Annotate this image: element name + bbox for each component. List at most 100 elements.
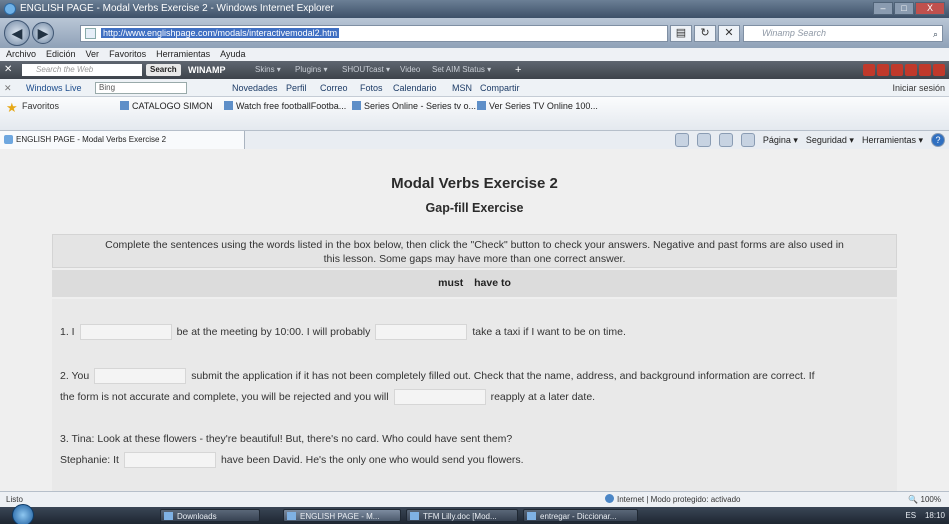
sign-in-button[interactable]: Iniciar sesión <box>892 79 945 97</box>
next-icon[interactable] <box>919 64 931 76</box>
winamp-shoutcast[interactable]: SHOUTcast ▾ <box>342 61 390 79</box>
globe-icon <box>605 494 614 503</box>
windows-live-toolbar: ✕ Windows Live Bing Novedades Perfil Cor… <box>0 79 949 97</box>
search-placeholder: Winamp Search <box>762 28 826 38</box>
gap-input-4[interactable] <box>393 389 486 406</box>
security-zone[interactable]: Internet | Modo protegido: activado <box>605 492 741 507</box>
cmd-seguridad[interactable]: Seguridad ▾ <box>806 135 854 146</box>
winamp-search-button[interactable]: Search <box>146 64 181 76</box>
help-icon[interactable]: ? <box>931 133 945 147</box>
link-icon <box>477 101 486 110</box>
feeds-icon[interactable] <box>696 133 711 147</box>
clock[interactable]: 18:10 <box>925 511 945 520</box>
toolbar-close-icon[interactable]: ✕ <box>4 61 12 79</box>
start-button[interactable] <box>12 504 34 524</box>
refresh-icon[interactable]: ↻ <box>694 25 716 42</box>
wl-novedades[interactable]: Novedades <box>232 79 278 97</box>
menu-favoritos[interactable]: Favoritos <box>109 48 146 61</box>
gap-input-2[interactable] <box>375 324 468 341</box>
cmd-herramientas[interactable]: Herramientas ▾ <box>862 135 923 146</box>
menu-herramientas[interactable]: Herramientas <box>156 48 210 61</box>
instructions-box: Complete the sentences using the words l… <box>52 234 897 268</box>
page-title: Modal Verbs Exercise 2 <box>391 175 558 192</box>
question-3-line-2: Stephanie: It have been David. He's the o… <box>60 451 524 469</box>
fav-link-series-online[interactable]: Series Online - Series tv o... <box>352 101 476 111</box>
winamp-logo[interactable]: WINAMP <box>188 61 226 79</box>
taskbar-word-doc[interactable]: TFM Lilly.doc [Mod... <box>406 509 518 522</box>
windows-live-logo[interactable]: Windows Live <box>26 79 82 97</box>
prev-icon[interactable] <box>863 64 875 76</box>
q1-middle: be at the meeting by 10:00. I will proba… <box>176 326 371 338</box>
home-icon[interactable] <box>674 133 689 147</box>
menu-ayuda[interactable]: Ayuda <box>220 48 245 61</box>
pause-icon[interactable] <box>891 64 903 76</box>
window-title: ENGLISH PAGE - Modal Verbs Exercise 2 - … <box>20 3 334 14</box>
mail-icon[interactable] <box>718 133 733 147</box>
menu-archivo[interactable]: Archivo <box>6 48 36 61</box>
compatibility-view-icon[interactable]: ▤ <box>670 25 692 42</box>
gap-input-1[interactable] <box>79 324 172 341</box>
stop-icon[interactable] <box>905 64 917 76</box>
language-indicator[interactable]: ES <box>905 511 916 520</box>
taskbar-diccionario[interactable]: entregar - Diccionar... <box>523 509 638 522</box>
winamp-video[interactable]: Video <box>400 61 420 79</box>
address-bar-row: ◀ ▶ http://www.englishpage.com/modals/in… <box>0 18 949 48</box>
winamp-aim-status[interactable]: Set AIM Status ▾ <box>432 61 491 79</box>
question-3: 3. Tina: Look at these flowers - they're… <box>60 430 512 448</box>
cmd-pagina[interactable]: Página ▾ <box>763 135 798 146</box>
question-2-line-2: the form is not accurate and complete, y… <box>60 388 595 406</box>
fav-link-football[interactable]: Watch free footballFootba... <box>224 101 346 111</box>
close-button[interactable]: X <box>915 2 945 15</box>
wl-correo[interactable]: Correo <box>320 79 348 97</box>
winamp-search-input[interactable]: Search the Web <box>22 64 142 76</box>
winamp-player-controls <box>863 64 945 76</box>
tab-row: ENGLISH PAGE - Modal Verbs Exercise 2 Pá… <box>0 131 949 149</box>
menu-edicion[interactable]: Edición <box>46 48 76 61</box>
wl-perfil[interactable]: Perfil <box>286 79 307 97</box>
maximize-button[interactable]: □ <box>894 2 914 15</box>
favorites-button[interactable]: Favoritos <box>22 101 59 111</box>
q2-line2-suffix: reapply at a later date. <box>490 391 596 403</box>
word-have-to: have to <box>474 277 511 289</box>
word-icon <box>410 512 419 520</box>
q3-line1: 3. Tina: Look at these flowers - they're… <box>60 433 513 445</box>
winamp-add[interactable]: + <box>515 61 521 79</box>
word-must: must <box>438 277 464 289</box>
url-field[interactable]: http://www.englishpage.com/modals/intera… <box>80 25 668 42</box>
instructions-line-2: this lesson. Some gaps may have more tha… <box>323 253 626 265</box>
wl-msn[interactable]: MSN <box>452 79 472 97</box>
winamp-skins[interactable]: Skins ▾ <box>255 61 281 79</box>
link-icon <box>120 101 129 110</box>
q3-suffix: have been David. He's the only one who w… <box>220 454 524 466</box>
back-button[interactable]: ◀ <box>4 20 30 46</box>
gap-input-3[interactable] <box>94 368 187 385</box>
fav-link-ver-series[interactable]: Ver Series TV Online 100... <box>477 101 598 111</box>
forward-button[interactable]: ▶ <box>32 22 54 44</box>
tab-english-page[interactable]: ENGLISH PAGE - Modal Verbs Exercise 2 <box>0 131 245 149</box>
print-icon[interactable] <box>740 133 755 147</box>
zoom-level[interactable]: 🔍 100% <box>908 492 941 507</box>
favorites-star-icon[interactable]: ★ <box>6 100 18 116</box>
taskbar-downloads[interactable]: Downloads <box>160 509 260 522</box>
toolbar-close-icon[interactable]: ✕ <box>4 79 12 97</box>
wl-compartir[interactable]: Compartir <box>480 79 520 97</box>
wl-calendario[interactable]: Calendario <box>393 79 437 97</box>
page-subtitle: Gap-fill Exercise <box>425 201 524 215</box>
page-icon <box>85 28 96 39</box>
menu-ver[interactable]: Ver <box>86 48 100 61</box>
winamp-plugins[interactable]: Plugins ▾ <box>295 61 327 79</box>
instructions-line-1: Complete the sentences using the words l… <box>105 239 844 251</box>
play-icon[interactable] <box>877 64 889 76</box>
search-icon[interactable]: ⌕ <box>933 27 938 42</box>
fav-link-catalogo[interactable]: CATALOGO SIMON <box>120 101 213 111</box>
gap-input-5[interactable] <box>123 452 216 469</box>
q3-prefix: Stephanie: It <box>60 454 119 466</box>
wl-fotos[interactable]: Fotos <box>360 79 383 97</box>
search-input[interactable]: Winamp Search ⌕ <box>743 25 943 42</box>
minimize-button[interactable]: – <box>873 2 893 15</box>
stop-icon[interactable]: ✕ <box>718 25 740 42</box>
exercise-area: 1. I be at the meeting by 10:00. I will p… <box>52 299 897 491</box>
bing-search-input[interactable]: Bing <box>95 82 187 94</box>
volume-icon[interactable] <box>933 64 945 76</box>
taskbar-english-page[interactable]: ENGLISH PAGE - M... <box>283 509 401 522</box>
